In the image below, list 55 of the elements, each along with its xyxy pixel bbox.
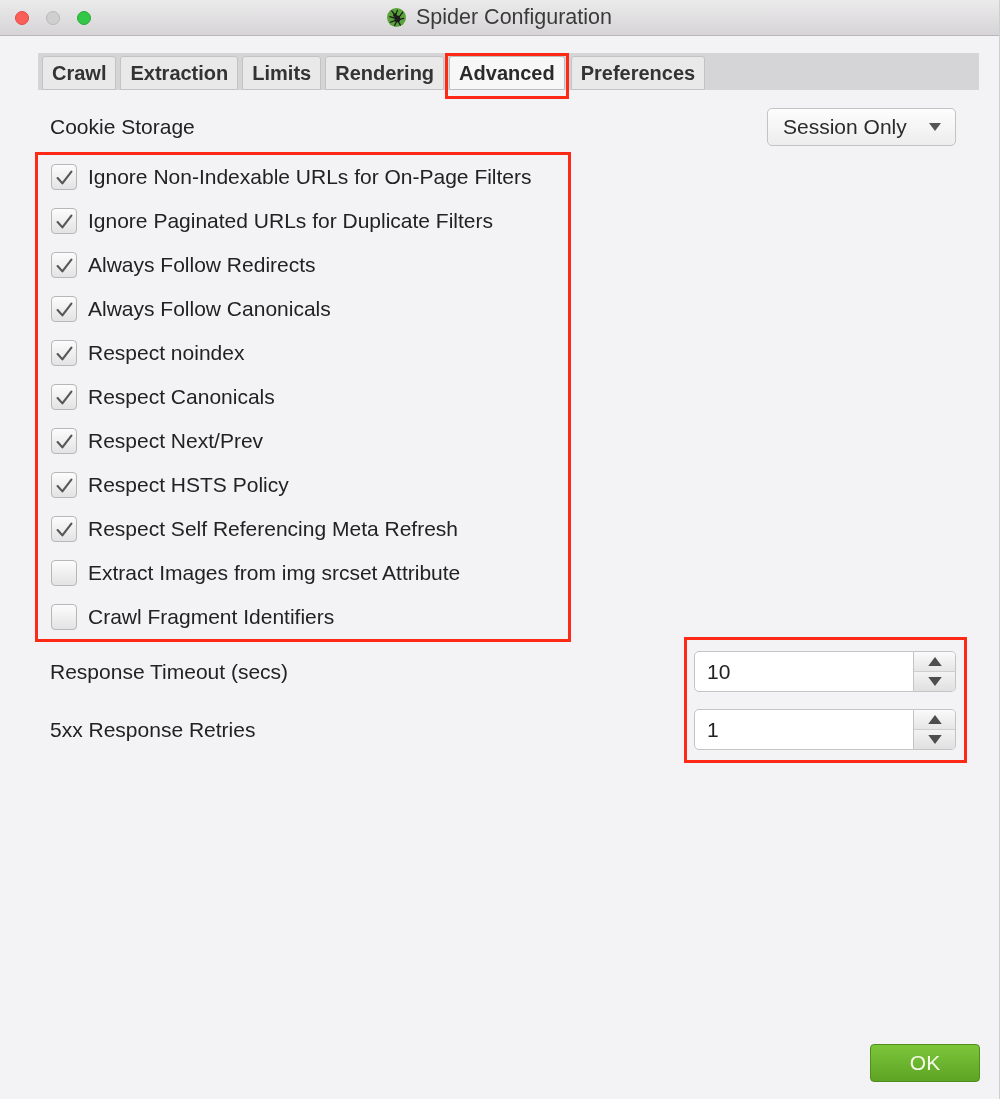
checkbox-label[interactable]: Always Follow Redirects (88, 249, 316, 281)
checkbox[interactable] (51, 252, 77, 278)
triangle-up-icon (927, 657, 942, 666)
checkmark-icon (55, 257, 73, 273)
checkmark-icon (55, 301, 73, 317)
checkbox[interactable] (51, 604, 77, 630)
checkmark-icon (55, 477, 73, 493)
checkbox[interactable] (51, 296, 77, 322)
tab[interactable]: Limits (242, 56, 322, 90)
checkbox[interactable] (51, 340, 77, 366)
field-label: 5xx Response Retries (50, 716, 256, 743)
triangle-down-icon (927, 735, 942, 744)
increment-button[interactable] (914, 652, 955, 672)
checkbox[interactable] (51, 516, 77, 542)
caret-down-icon (928, 123, 942, 131)
dropdown[interactable]: Session Only (767, 108, 956, 146)
checkbox-label[interactable]: Respect noindex (88, 337, 245, 369)
checkbox-label[interactable]: Respect Next/Prev (88, 425, 264, 457)
checkmark-icon (55, 169, 73, 185)
checkbox[interactable] (51, 384, 77, 410)
increment-button[interactable] (914, 710, 955, 730)
number-field[interactable]: 10 (694, 651, 914, 692)
tab[interactable]: Crawl (42, 56, 117, 90)
checkbox[interactable] (51, 208, 77, 234)
checkmark-icon (55, 389, 73, 405)
field-label: Response Timeout (secs) (50, 658, 289, 685)
close-button[interactable] (15, 10, 29, 25)
checkbox-label[interactable]: Respect Self Referencing Meta Refresh (88, 513, 458, 545)
tab[interactable]: Preferences (570, 56, 706, 90)
checkbox[interactable] (51, 560, 77, 586)
tab[interactable]: Advanced (449, 56, 565, 90)
triangle-up-icon (927, 715, 942, 724)
checkmark-icon (55, 433, 73, 449)
checkbox-label[interactable]: Respect Canonicals (88, 381, 275, 413)
tab[interactable]: Extraction (120, 56, 239, 90)
checkmark-icon (55, 521, 73, 537)
checkmark-icon (55, 345, 73, 361)
checkbox-label[interactable]: Respect HSTS Policy (88, 469, 289, 501)
window-title: Spider Configuration (416, 4, 612, 32)
checkbox[interactable] (51, 428, 77, 454)
checkbox-label[interactable]: Ignore Non-Indexable URLs for On-Page Filters (88, 161, 532, 193)
checkbox-label[interactable]: Always Follow Canonicals (88, 293, 331, 325)
checkbox[interactable] (51, 164, 77, 190)
decrement-button[interactable] (914, 672, 955, 691)
triangle-down-icon (927, 677, 942, 686)
field-label: Cookie Storage (50, 114, 195, 141)
checkmark-icon (55, 213, 73, 229)
tab[interactable]: Rendering (325, 56, 445, 90)
checkbox-label[interactable]: Ignore Paginated URLs for Duplicate Filters (88, 205, 494, 237)
checkbox[interactable] (51, 472, 77, 498)
decrement-button[interactable] (914, 730, 955, 749)
number-field[interactable]: 1 (694, 709, 914, 750)
spider-icon (387, 8, 406, 27)
checkbox-label[interactable]: Extract Images from img srcset Attribute (88, 557, 461, 589)
checkbox-label[interactable]: Crawl Fragment Identifiers (88, 601, 335, 633)
